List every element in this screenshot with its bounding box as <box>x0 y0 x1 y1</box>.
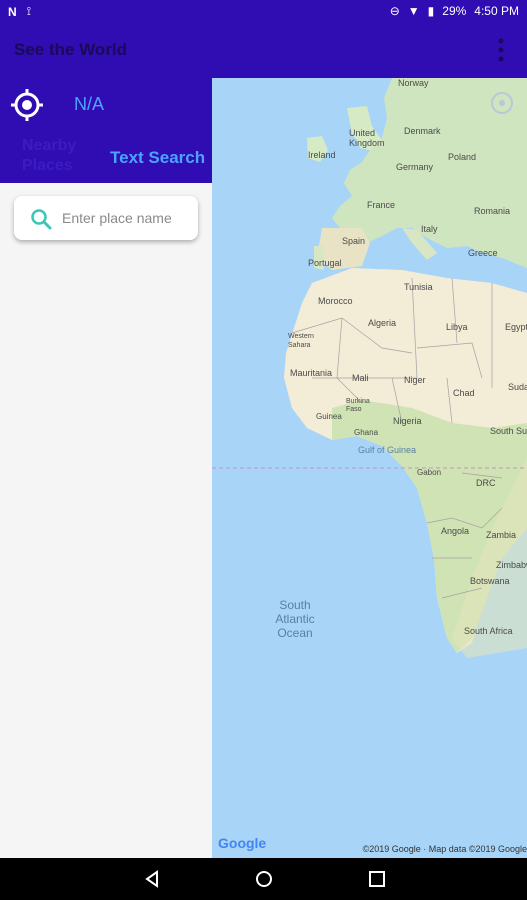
clock: 4:50 PM <box>474 4 519 18</box>
map-label: South Sudan <box>490 426 527 436</box>
google-logo: Google <box>218 835 267 851</box>
map-label: Ireland <box>308 150 336 160</box>
map-label: Mali <box>352 373 369 383</box>
map-label: Germany <box>396 162 434 172</box>
my-location-icon[interactable] <box>10 88 44 122</box>
status-bar: N ⟟ ⊖ ▼ ▮ 29% 4:50 PM <box>0 0 527 24</box>
map-label: Nigeria <box>393 416 422 426</box>
back-icon[interactable] <box>142 869 162 889</box>
app-bar: See the World <box>0 24 527 78</box>
search-icon <box>30 208 52 230</box>
dnd-icon: ⊖ <box>389 4 400 18</box>
more-vert-icon[interactable] <box>495 36 507 66</box>
app-title: See the World <box>14 40 128 59</box>
map-label: Gabon <box>417 468 442 477</box>
map-label: Greece <box>468 248 498 258</box>
map-label: Egypt <box>505 322 527 332</box>
map-view[interactable]: Norway United Kingdom Denmark Ireland Ge… <box>212 78 527 858</box>
gulf-label: Gulf of Guinea <box>358 445 417 455</box>
map-label: Western Sahara <box>288 333 314 349</box>
tab-nearby-places[interactable]: Nearby Places <box>22 136 92 176</box>
map-label: Algeria <box>368 318 397 328</box>
map-label: Sudan <box>508 382 527 392</box>
map-label: Niger <box>404 375 426 385</box>
map-label: Morocco <box>318 296 353 306</box>
map-label: Norway <box>398 78 429 88</box>
battery-percent: 29% <box>442 4 467 18</box>
map-label: Mauritania <box>290 368 333 378</box>
map-label: Romania <box>474 206 511 216</box>
map-shapes <box>212 78 527 658</box>
recents-icon[interactable] <box>367 869 387 889</box>
map-label: United Kingdom <box>349 128 385 148</box>
search-box[interactable]: Enter place name <box>14 196 198 240</box>
location-text: N/A <box>74 94 105 114</box>
usb-icon: ⟟ <box>26 4 32 18</box>
map-label: Denmark <box>404 126 441 136</box>
map-attribution[interactable]: ©2019 Google · Map data ©2019 Google <box>363 844 527 854</box>
wifi-icon: ▼ <box>407 4 420 18</box>
map-label: South Africa <box>464 626 513 636</box>
map-label: Burkina Faso <box>346 398 370 413</box>
map-label: Italy <box>421 224 438 234</box>
map-label: Zimbabwe <box>496 560 527 570</box>
map-label: DRC <box>476 478 496 488</box>
map-label: Chad <box>453 388 475 398</box>
map-label: Zambia <box>486 530 517 540</box>
map-label: Poland <box>448 152 477 162</box>
map-label: Tunisia <box>404 282 433 292</box>
tab-text-search[interactable]: Text Search <box>110 148 205 168</box>
n-icon: N <box>8 4 17 19</box>
map-label: France <box>367 200 396 210</box>
search-panel: N/A Nearby Places Text Search Enter plac… <box>0 78 212 858</box>
map-label: Ghana <box>354 428 379 437</box>
map-label: Angola <box>441 526 470 536</box>
map-label: Guinea <box>316 412 342 421</box>
battery-icon: ▮ <box>427 4 435 18</box>
search-input[interactable]: Enter place name <box>62 210 172 226</box>
home-icon[interactable] <box>254 869 274 889</box>
panel-header: N/A Nearby Places Text Search <box>0 78 212 183</box>
nav-bar <box>0 858 527 900</box>
ocean-label: South Atlantic Ocean <box>275 598 315 640</box>
map-label: Portugal <box>308 258 342 268</box>
map-label: Libya <box>446 322 468 332</box>
map-label: Botswana <box>470 576 510 586</box>
map-label: Spain <box>342 236 366 246</box>
